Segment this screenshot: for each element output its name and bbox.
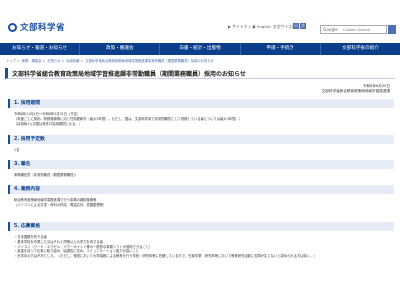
emblem-icon [8,22,17,32]
department-name: 文部科学省総合教育政策局地域学習推進課 [321,89,390,93]
section-body: 令和6年11月1日〜令和6年3月31日（予定） （年度ごとに契約。勤務実績等に応… [8,108,394,126]
body-line: 1名 [14,148,20,152]
english-link[interactable]: ▶ English [253,24,271,29]
section-body: ・日本国籍を有する者 ・基本学校を卒業した又はそれと同等以上の学力を有する者 ・… [8,231,394,259]
section-heading: 4. 業務内容 [8,185,394,194]
body-line: ・在学中の方は不可とした。（ただし、夜間において大学講義による教育を行う学校・研… [14,254,317,259]
nav-item-applications[interactable]: 申請・手続き [241,43,321,55]
section-job-title: 3. 職名 事務補佐員（非常勤職員（期間業務職員）） [8,160,394,178]
nav-item-policy[interactable]: 政策・審議会 [80,43,161,55]
font-size-small-button[interactable]: 小 [293,23,299,29]
breadcrumb-separator: > [16,59,20,63]
section-heading: 5. 応募資格 [8,222,394,231]
font-size-large-button[interactable]: 大 [300,23,306,29]
page: 文部科学省 ▶ サイトマップ ▶ English 文字サイズの変更 小 大 Go… [0,0,400,300]
section-body: 総合教育政策局地域学習推進課で行う事務の補助業務等 （パソコンによる文書・資料の… [8,194,394,208]
sitemap-link[interactable]: ▶ サイトマップ [228,24,255,30]
breadcrumb-current: 文部科学省総合教育政策局地域学習推進課非常勤職員（期間業務職員）採用のお知らせ [85,59,214,63]
section-heading: 2. 採用予定数 [8,135,394,144]
page-title: 文部科学省総合教育政策局地域学習推進課非常勤職員（期間業務職員）採用のお知らせ [12,71,246,78]
search-button[interactable] [388,25,396,34]
site-logo[interactable]: 文部科学省 [8,21,65,33]
logo-text: 文部科学省 [20,23,66,33]
section-qualifications: 5. 応募資格 ・日本国籍を有する者 ・基本学校を卒業した又はそれと同等以上の学… [8,222,394,259]
breadcrumb-separator: > [80,59,84,63]
global-nav: お知らせ・報道・お知らせ 政策・審議会 白書・統計・出版物 申請・手続き 文部科… [0,43,400,55]
nav-item-publications[interactable]: 白書・統計・出版物 [160,43,241,55]
breadcrumb-item[interactable]: 採用情報 [66,59,79,63]
breadcrumb-item[interactable]: トップ [6,59,16,63]
page-title-bar: 文部科学省総合教育政策局地域学習推進課非常勤職員（期間業務職員）採用のお知らせ [5,68,395,79]
google-logo: Google [323,27,338,32]
nav-item-news[interactable]: お知らせ・報道・お知らせ [0,43,81,55]
body-line: （パソコンによる文書・資料の作成、電話応対、書類整理等） [14,202,107,207]
breadcrumb-separator: > [42,59,46,63]
breadcrumb-item[interactable]: 政策・審議会 [22,59,42,63]
search-input[interactable] [343,27,373,32]
search-box: Google [320,25,387,34]
breadcrumb-item[interactable]: お知らせ [47,59,60,63]
site-header: 文部科学省 ▶ サイトマップ ▶ English 文字サイズの変更 小 大 Go… [0,0,400,42]
section-employment-period: 1. 採用期間 令和6年11月1日〜令和6年3月31日（予定） （年度ごとに契約… [8,99,394,126]
section-body: 事務補佐員（非常勤職員（期間業務職員）） [8,169,394,178]
date-block: 令和6年6月25日 文部科学省総合教育政策局地域学習推進課 [322,84,390,94]
nav-item-about[interactable]: 文部科学省の紹介 [321,43,400,55]
breadcrumb-separator: > [61,59,65,63]
section-body: 1名 [8,144,394,153]
body-line: 事務補佐員（非常勤職員（期間業務職員）） [14,173,79,177]
section-positions: 2. 採用予定数 1名 [8,135,394,153]
section-heading: 3. 職名 [8,160,394,169]
section-heading: 1. 採用期間 [8,99,394,108]
body-line: （採用後1ヵ月間は条件付採用期間となる。） [14,121,82,126]
section-duties: 4. 業務内容 総合教育政策局地域学習推進課で行う事務の補助業務等 （パソコンに… [8,185,394,208]
breadcrumb: トップ> 政策・審議会> お知らせ> 採用情報> 文部科学省総合教育政策局地域学… [6,58,396,63]
